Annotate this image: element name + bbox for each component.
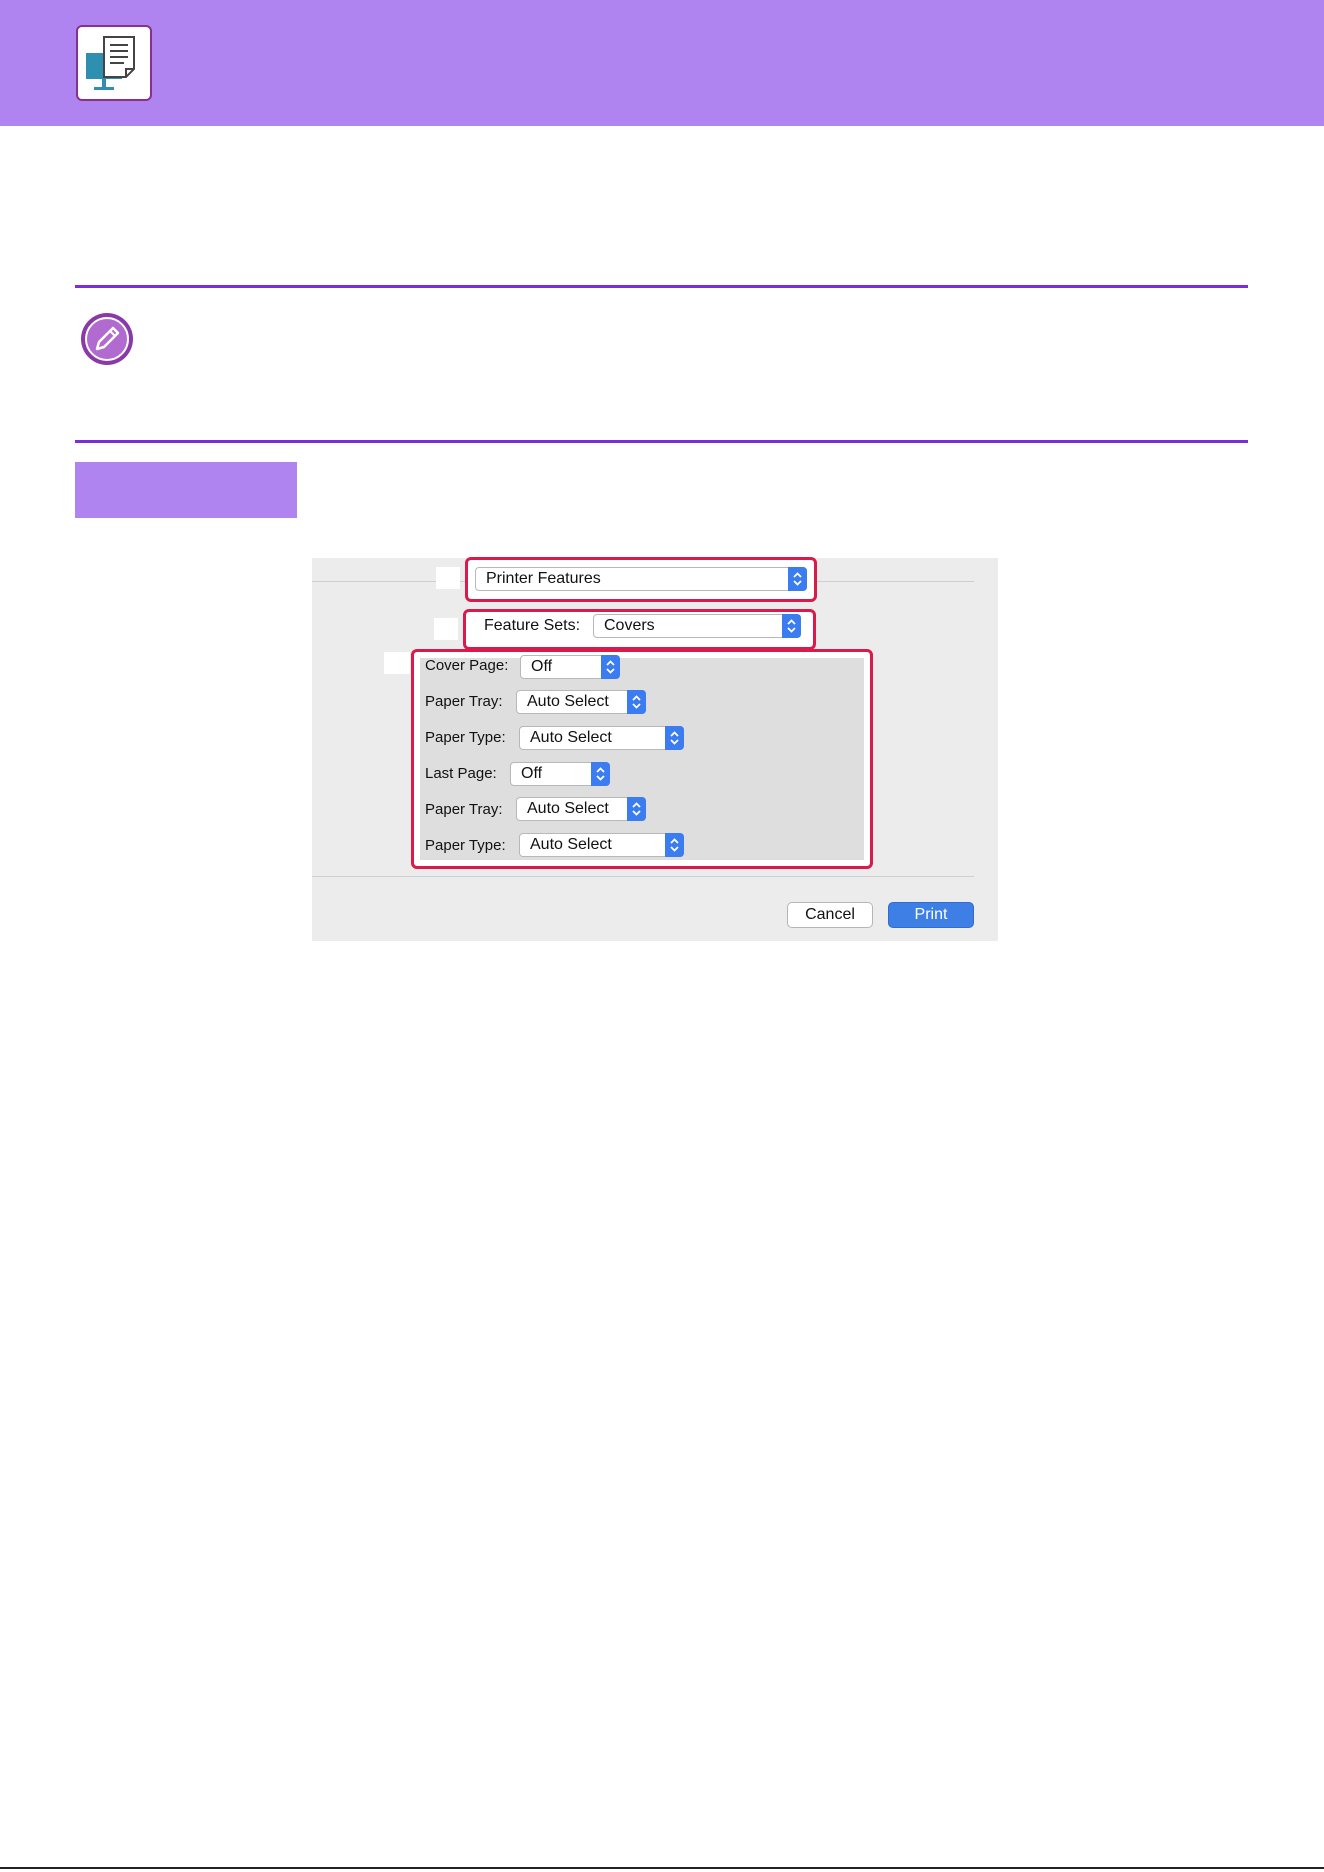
header-band bbox=[0, 0, 1324, 126]
up-down-chevron-icon bbox=[788, 567, 807, 591]
callout-marker-1 bbox=[436, 567, 460, 589]
last-paper-tray-value: Auto Select bbox=[527, 800, 609, 817]
up-down-chevron-icon bbox=[627, 690, 646, 714]
last-page-label: Last Page: bbox=[425, 765, 497, 782]
section-rule-bottom bbox=[75, 440, 1248, 443]
section-rule-top bbox=[75, 285, 1248, 288]
up-down-chevron-icon bbox=[782, 614, 801, 638]
callout-marker-2 bbox=[434, 618, 458, 640]
up-down-chevron-icon bbox=[665, 833, 684, 857]
feature-sets-popup[interactable]: Covers bbox=[593, 614, 801, 638]
print-button[interactable]: Print bbox=[888, 902, 974, 928]
feature-sets-label: Feature Sets: bbox=[484, 617, 581, 634]
up-down-chevron-icon bbox=[591, 762, 610, 786]
paper-tray-value: Auto Select bbox=[527, 693, 609, 710]
last-page-value: Off bbox=[521, 765, 543, 782]
up-down-chevron-icon bbox=[665, 726, 684, 750]
last-paper-type-value: Auto Select bbox=[530, 836, 612, 853]
paper-tray-popup[interactable]: Auto Select bbox=[516, 690, 646, 714]
printer-features-popup[interactable]: Printer Features bbox=[475, 567, 807, 591]
feature-sets-value: Covers bbox=[604, 617, 655, 634]
paper-type-popup[interactable]: Auto Select bbox=[519, 726, 684, 750]
cover-page-label: Cover Page: bbox=[425, 657, 509, 674]
step-box bbox=[75, 462, 297, 518]
divider-bottom bbox=[312, 876, 974, 877]
cover-page-popup[interactable]: Off bbox=[520, 655, 620, 679]
last-page-popup[interactable]: Off bbox=[510, 762, 610, 786]
computer-print-document-icon bbox=[76, 25, 152, 101]
printer-features-popup-label: Printer Features bbox=[486, 570, 601, 587]
paper-type-value: Auto Select bbox=[530, 729, 612, 746]
last-paper-type-label: Paper Type: bbox=[425, 837, 506, 854]
cover-page-value: Off bbox=[531, 658, 553, 675]
cover-settings-panel bbox=[420, 658, 864, 860]
paper-tray-label: Paper Tray: bbox=[425, 693, 503, 710]
last-paper-tray-popup[interactable]: Auto Select bbox=[516, 797, 646, 821]
pencil-note-icon bbox=[80, 312, 134, 366]
footer-rule bbox=[0, 1867, 1324, 1869]
last-paper-type-popup[interactable]: Auto Select bbox=[519, 833, 684, 857]
up-down-chevron-icon bbox=[601, 655, 620, 679]
cancel-button[interactable]: Cancel bbox=[787, 902, 873, 928]
up-down-chevron-icon bbox=[627, 797, 646, 821]
paper-type-label: Paper Type: bbox=[425, 729, 506, 746]
callout-marker-3 bbox=[384, 652, 410, 674]
last-paper-tray-label: Paper Tray: bbox=[425, 801, 503, 818]
